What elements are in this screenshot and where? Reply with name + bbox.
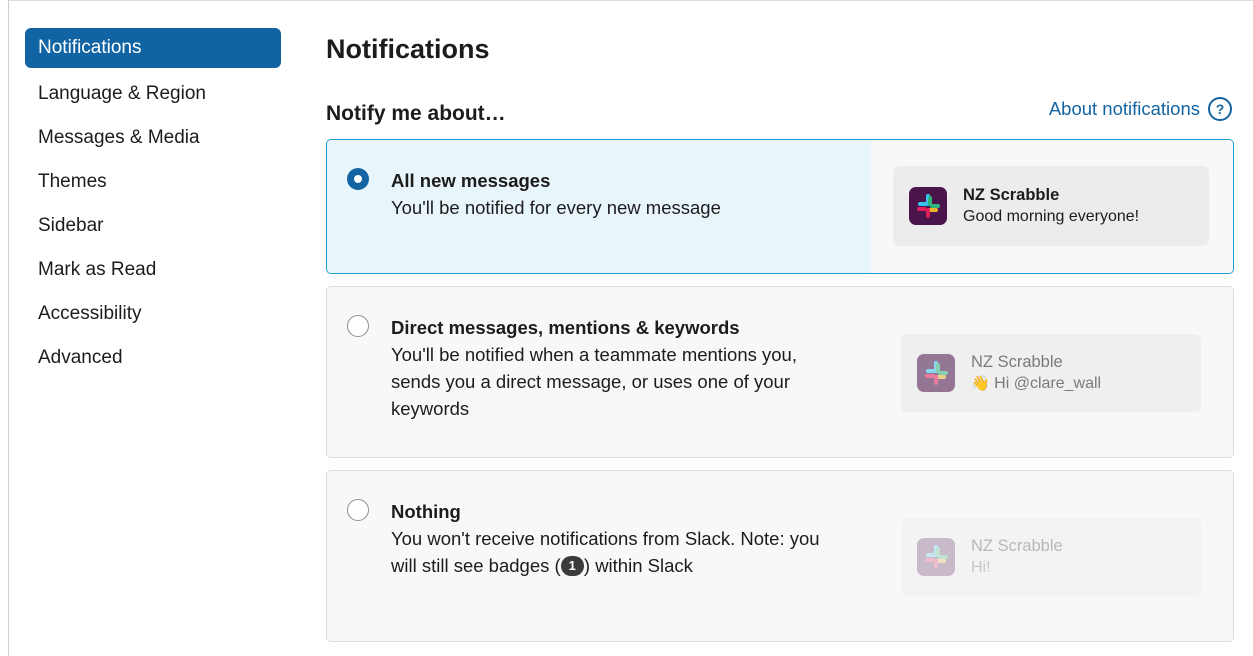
sidebar-item-advanced[interactable]: Advanced [25,336,281,380]
option-description: You'll be notified when a teammate menti… [391,344,797,419]
notification-preview: NZ Scrabble 👋 Hi @clare_wall [901,334,1201,412]
option-description-end: ) within Slack [583,555,693,576]
option-description: You'll be notified for every new message [391,197,721,218]
option-preview-area: NZ Scrabble 👋 Hi @clare_wall [871,287,1233,457]
sidebar-item-language-region[interactable]: Language & Region [25,72,281,116]
option-text-area: Direct messages, mentions & keywords You… [327,287,871,457]
notification-preview: NZ Scrabble Hi! [901,518,1201,596]
window-top-border [8,0,1253,1]
option-all-new-messages[interactable]: All new messages You'll be notified for … [326,139,1234,274]
preview-message: Good morning everyone! [963,208,1140,225]
help-icon: ? [1208,97,1232,121]
option-preview-area: NZ Scrabble Good morning everyone! [871,140,1233,273]
slack-logo-icon [917,538,955,576]
preview-message-line: 👋 Hi @clare_wall [971,373,1101,395]
option-preview-area: NZ Scrabble Hi! [871,471,1233,641]
about-notifications-link[interactable]: About notifications ? [1049,97,1232,121]
preview-message: Hi! [971,559,991,576]
sidebar-item-sidebar[interactable]: Sidebar [25,204,281,248]
sidebar-item-mark-as-read[interactable]: Mark as Read [25,248,281,292]
about-notifications-label: About notifications [1048,98,1200,119]
option-title: Direct messages, mentions & keywords [391,317,740,338]
unread-badge: 1 [560,556,584,576]
slack-logo-icon [909,187,947,225]
window-left-border [8,0,9,656]
preview-workspace-name: NZ Scrabble [971,537,1063,555]
preview-workspace-name: NZ Scrabble [971,353,1063,371]
radio-nothing[interactable] [347,499,369,521]
option-title: Nothing [391,501,461,522]
option-description: You won't receive notifications from Sla… [391,525,831,579]
sidebar-item-accessibility[interactable]: Accessibility [25,292,281,336]
sidebar-item-themes[interactable]: Themes [25,160,281,204]
preview-workspace-name: NZ Scrabble [963,186,1060,204]
radio-direct-mentions-keywords[interactable] [347,315,369,337]
option-direct-mentions-keywords[interactable]: Direct messages, mentions & keywords You… [326,286,1234,458]
radio-all-new-messages[interactable] [347,168,369,190]
option-text-area: All new messages You'll be notified for … [327,140,871,273]
notification-preview: NZ Scrabble Good morning everyone! [893,166,1209,246]
option-title: All new messages [391,170,551,191]
sidebar-item-notifications[interactable]: Notifications [25,28,281,68]
preview-message: Hi @clare_wall [994,375,1102,392]
option-text-area: Nothing You won't receive notifications … [327,471,871,641]
page-title: Notifications [326,34,490,64]
section-title: Notify me about… [326,102,506,125]
wave-emoji-icon: 👋 [971,375,990,392]
option-nothing[interactable]: Nothing You won't receive notifications … [326,470,1234,642]
sidebar-item-messages-media[interactable]: Messages & Media [25,116,281,160]
preferences-sidebar: Notifications Language & Region Messages… [25,28,281,380]
slack-logo-icon [917,354,955,392]
